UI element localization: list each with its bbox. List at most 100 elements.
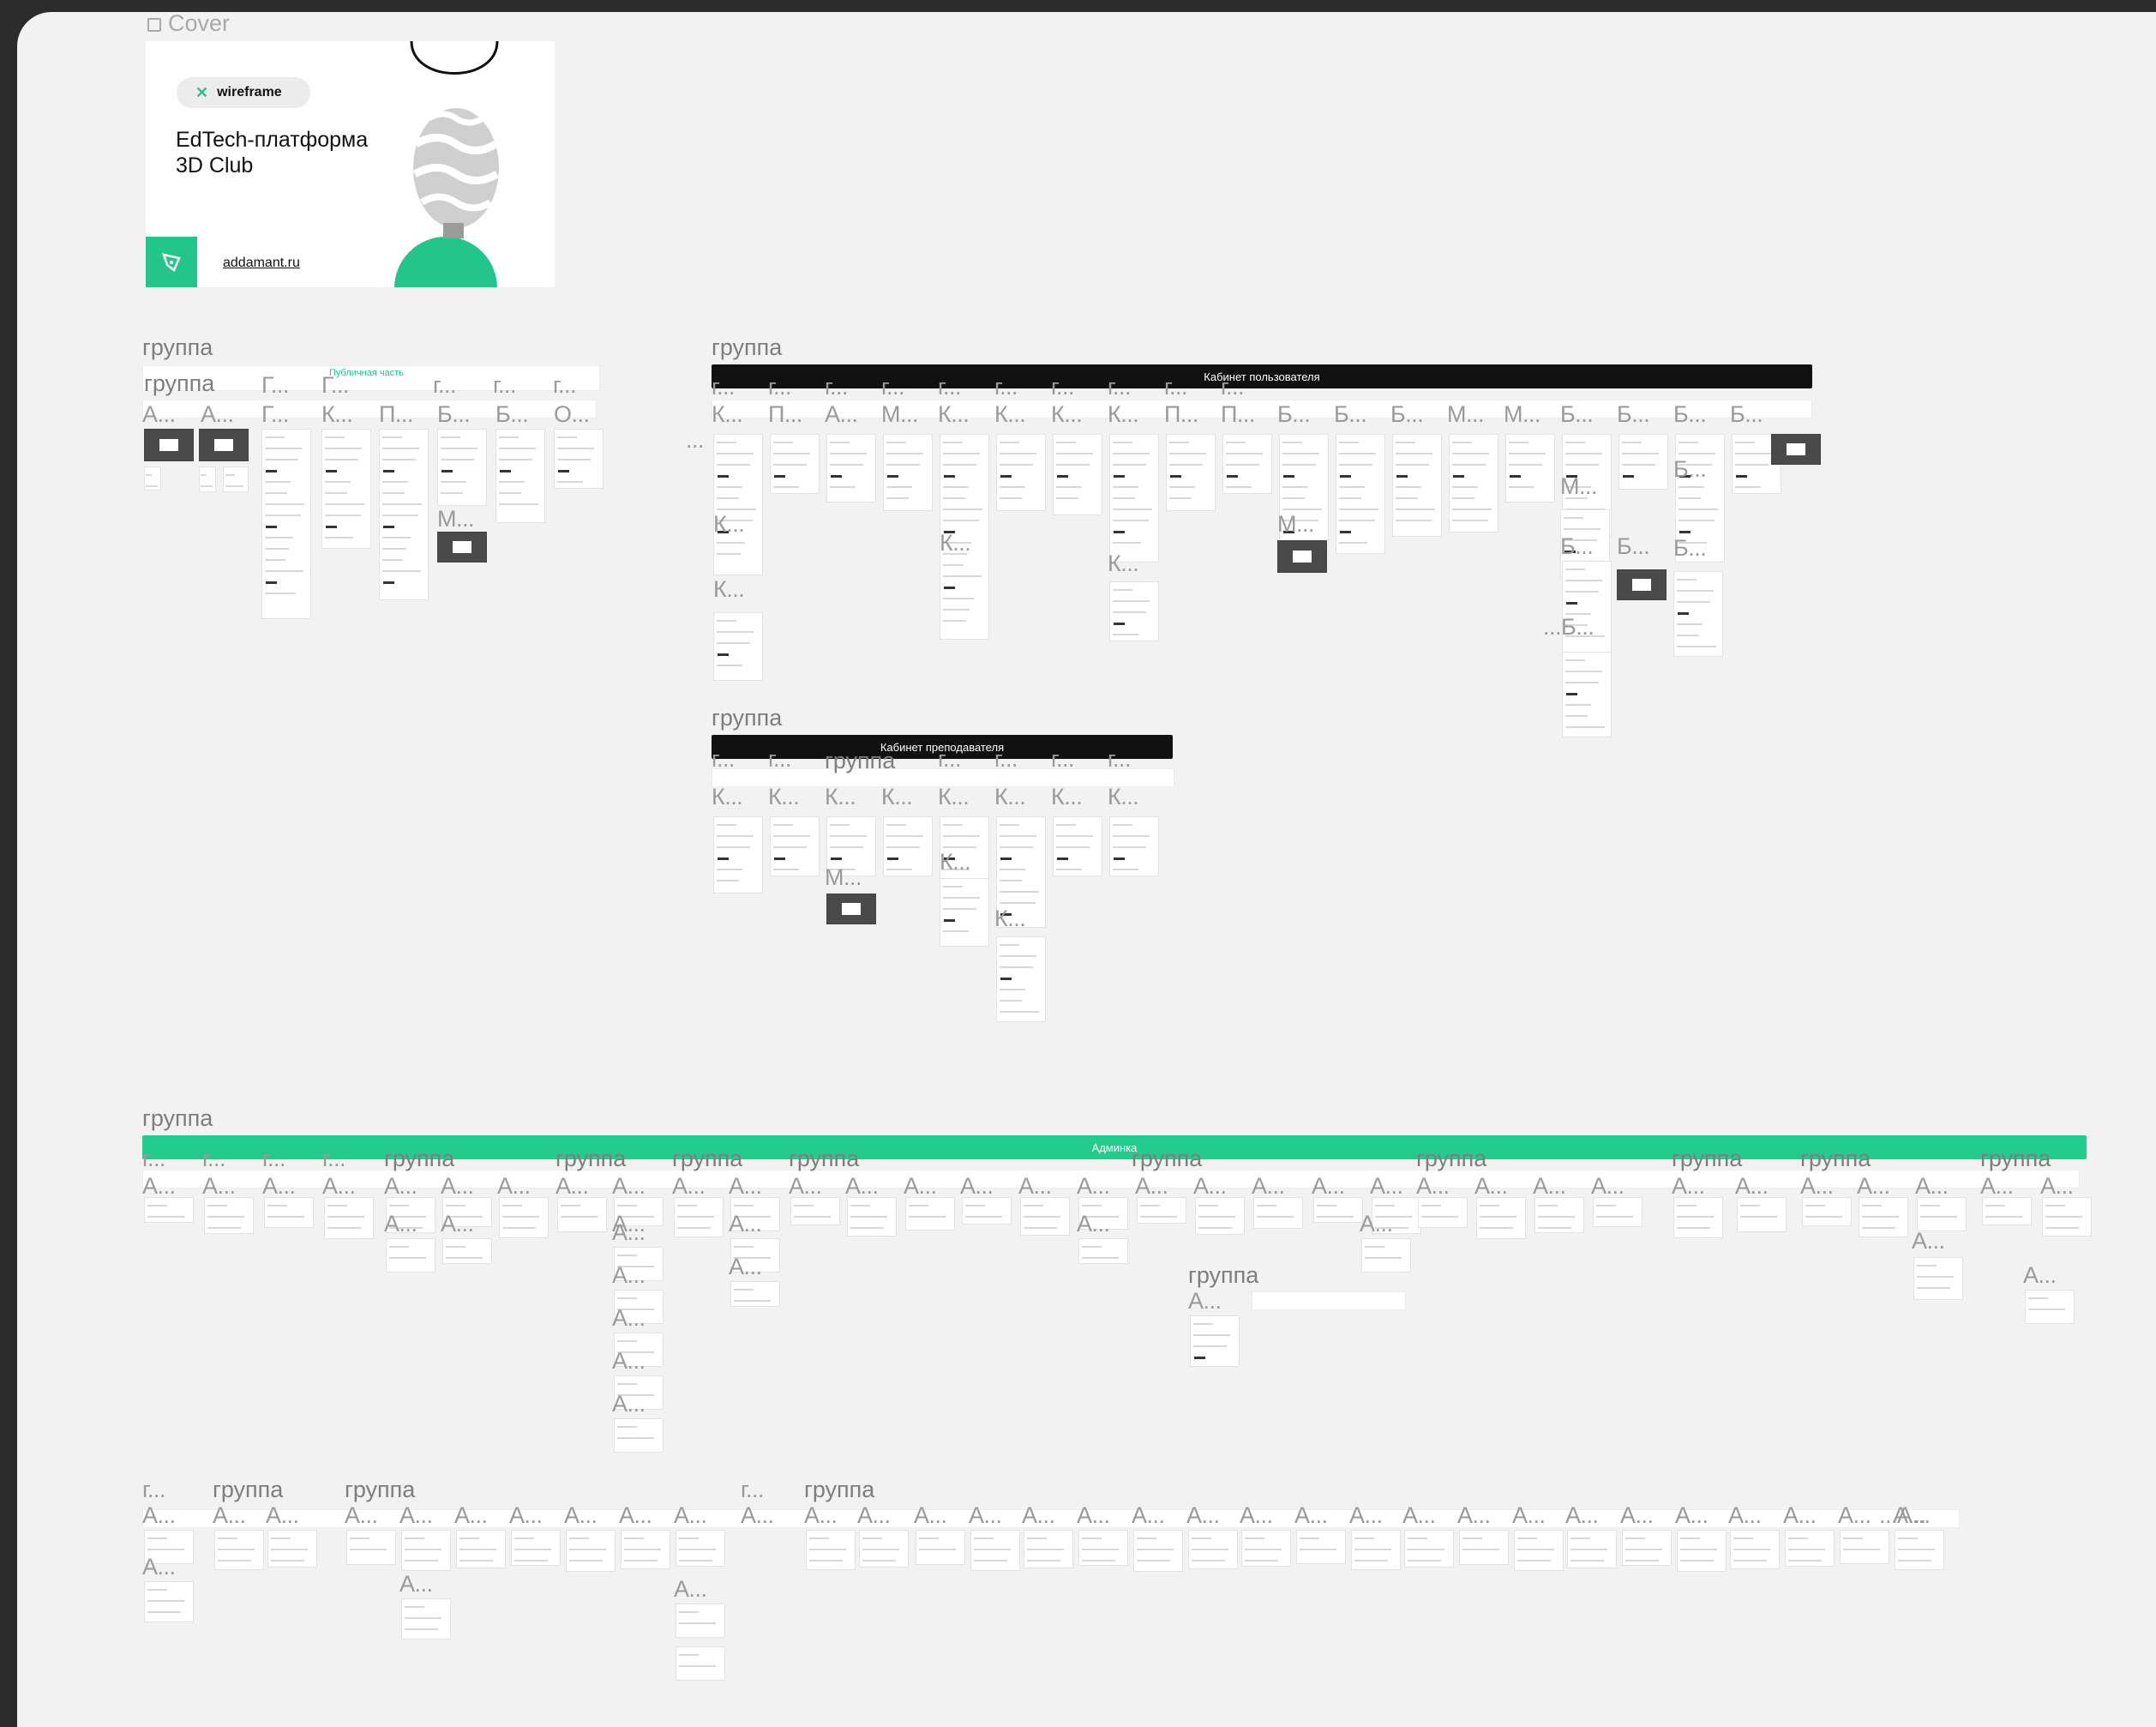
frame-label[interactable]: группа: [1800, 1147, 1871, 1170]
screen-frame-thumbnail[interactable]: [511, 1530, 561, 1566]
frame-label[interactable]: М...: [1504, 403, 1541, 426]
frame-label[interactable]: К...: [1108, 785, 1139, 809]
frame-label[interactable]: А...: [804, 1504, 838, 1527]
frame-label[interactable]: Б...: [1617, 535, 1650, 558]
frame-label[interactable]: М...: [1277, 513, 1315, 536]
screen-frame-thumbnail[interactable]: [1593, 1197, 1643, 1227]
frame-label[interactable]: М...: [881, 403, 919, 426]
frame-label[interactable]: М...: [825, 866, 862, 889]
frame-label[interactable]: г...: [768, 748, 792, 771]
frame-label[interactable]: А...: [2040, 1175, 2074, 1198]
screen-frame-thumbnail[interactable]: [1078, 1238, 1128, 1264]
frame-label[interactable]: г...: [1108, 376, 1132, 399]
frame-label[interactable]: А...: [1565, 1504, 1599, 1527]
frame-label[interactable]: А...: [1800, 1175, 1834, 1198]
screen-frame-thumbnail[interactable]: [557, 1197, 607, 1232]
frame-label[interactable]: П...: [379, 403, 413, 426]
screen-frame-thumbnail[interactable]: [1913, 1257, 1963, 1300]
frame-label[interactable]: А...: [741, 1504, 774, 1527]
screen-frame-thumbnail[interactable]: [401, 1598, 451, 1640]
frame-label[interactable]: А...: [904, 1175, 937, 1198]
screen-frame-thumbnail[interactable]: [1567, 1530, 1617, 1568]
screen-frame-thumbnail[interactable]: [1785, 1530, 1835, 1567]
screen-frame-thumbnail[interactable]: [614, 1418, 664, 1453]
frame-label[interactable]: А...: [1783, 1504, 1817, 1527]
screen-frame-thumbnail[interactable]: [676, 1604, 725, 1638]
frame-label[interactable]: П...: [1164, 403, 1198, 426]
frame-label[interactable]: группа: [556, 1147, 626, 1170]
frame-label[interactable]: группа: [1132, 1147, 1202, 1170]
cover-site-link[interactable]: addamant.ru: [223, 256, 300, 271]
screen-frame-thumbnail[interactable]: [144, 466, 161, 490]
frame-label[interactable]: А...: [1252, 1175, 1285, 1198]
frame-label[interactable]: г...: [1108, 748, 1132, 771]
screen-frame-thumbnail[interactable]: [621, 1530, 670, 1569]
frame-label[interactable]: А...: [1022, 1504, 1055, 1527]
frame-label[interactable]: К...: [881, 785, 913, 809]
frame-label[interactable]: А...: [857, 1504, 891, 1527]
frame-label[interactable]: А...: [1620, 1504, 1654, 1527]
screen-frame-thumbnail[interactable]: [905, 1197, 955, 1231]
screen-frame-thumbnail[interactable]: [1109, 816, 1159, 876]
frame-label[interactable]: А...: [1672, 1175, 1705, 1198]
frame-label[interactable]: А...: [142, 1504, 176, 1527]
frame-label[interactable]: А...: [142, 1175, 176, 1198]
frame-label[interactable]: А...: [213, 1504, 246, 1527]
screen-frame-thumbnail[interactable]: [1505, 434, 1555, 502]
screen-frame-thumbnail[interactable]: [1730, 1530, 1780, 1569]
frame-label[interactable]: А...: [1077, 1504, 1110, 1527]
frame-label[interactable]: ...: [686, 429, 705, 452]
frame-label[interactable]: А...: [1735, 1175, 1769, 1198]
screen-frame-thumbnail[interactable]: [1133, 1530, 1183, 1572]
frame-label[interactable]: А...: [1193, 1175, 1227, 1198]
screen-frame-thumbnail[interactable]: [456, 1530, 506, 1568]
frame-label[interactable]: группа: [825, 749, 895, 773]
frame-label[interactable]: А...: [1512, 1504, 1546, 1527]
frame-label[interactable]: А...: [345, 1504, 378, 1527]
frame-label[interactable]: К...: [938, 785, 970, 809]
screen-frame-thumbnail[interactable]: [223, 466, 249, 492]
screen-frame-thumbnail[interactable]: [2025, 1290, 2075, 1324]
frame-label[interactable]: А...: [497, 1175, 531, 1198]
screen-frame-thumbnail[interactable]: [144, 1581, 194, 1622]
frame-label[interactable]: К...: [994, 907, 1026, 930]
screen-frame-thumbnail[interactable]: [1673, 571, 1723, 657]
frame-label[interactable]: К...: [938, 403, 970, 426]
frame-label[interactable]: К...: [825, 785, 856, 809]
frame-label[interactable]: Б...: [437, 403, 471, 426]
frame-label[interactable]: К...: [1108, 552, 1139, 575]
frame-label[interactable]: группа: [384, 1147, 454, 1170]
frame-label[interactable]: А...: [2023, 1264, 2057, 1287]
frame-label[interactable]: г...: [712, 748, 736, 771]
frame-label[interactable]: г...: [768, 376, 792, 399]
screen-frame-thumbnail[interactable]: [324, 1197, 374, 1239]
screen-frame-thumbnail[interactable]: [847, 1197, 897, 1237]
screen-frame-thumbnail[interactable]: [1109, 581, 1159, 641]
screen-frame-thumbnail[interactable]: [1313, 1197, 1363, 1223]
screen-frame-thumbnail[interactable]: [1562, 561, 1612, 655]
screen-frame-thumbnail[interactable]: [826, 434, 876, 502]
frame-label[interactable]: К...: [712, 785, 743, 809]
frame-label[interactable]: А...: [612, 1175, 646, 1198]
frame-label[interactable]: К...: [940, 532, 971, 555]
frame-label[interactable]: группа: [1188, 1264, 1258, 1287]
screen-frame-thumbnail[interactable]: [495, 429, 545, 523]
screen-frame-thumbnail[interactable]: [144, 1197, 194, 1223]
screen-frame-thumbnail[interactable]: [1449, 434, 1498, 533]
modal-frame-thumbnail[interactable]: [199, 429, 249, 461]
screen-frame-thumbnail[interactable]: [1392, 434, 1442, 537]
frame-label[interactable]: А...: [845, 1175, 879, 1198]
screen-frame-thumbnail[interactable]: [1840, 1530, 1889, 1564]
frame-label[interactable]: А...: [674, 1504, 707, 1527]
frame-label[interactable]: К...: [1051, 403, 1083, 426]
frame-label[interactable]: А...: [1838, 1504, 1871, 1527]
screen-frame-thumbnail[interactable]: [437, 429, 487, 506]
frame-label[interactable]: А...: [1675, 1504, 1709, 1527]
frame-label[interactable]: А...: [399, 1504, 433, 1527]
frame-label[interactable]: А...: [1077, 1213, 1110, 1236]
frame-label[interactable]: А...: [454, 1504, 488, 1527]
frame-label[interactable]: К...: [940, 851, 971, 874]
screen-frame-thumbnail[interactable]: [1296, 1530, 1346, 1564]
screen-frame-thumbnail[interactable]: [267, 1530, 317, 1568]
frame-label[interactable]: г...: [1221, 376, 1245, 399]
